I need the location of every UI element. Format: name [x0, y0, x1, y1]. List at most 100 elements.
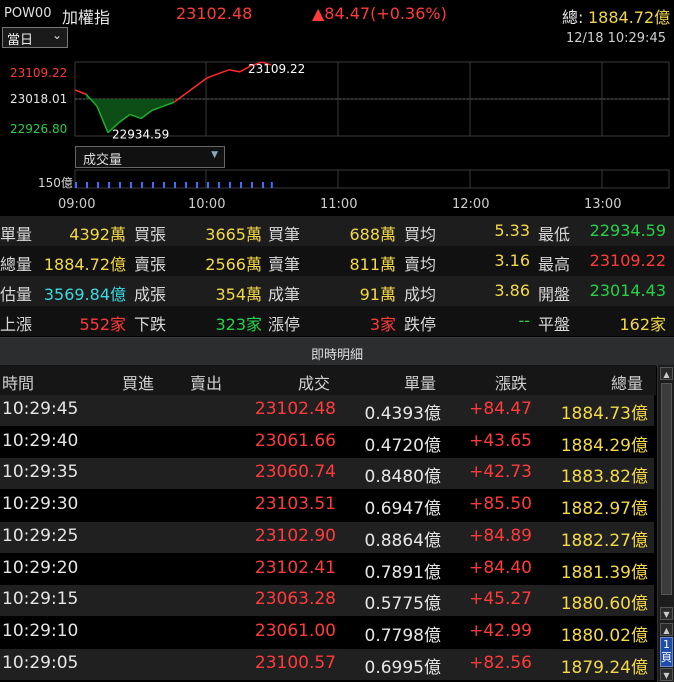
cell-change: +84.40 — [469, 557, 532, 578]
price-line — [74, 61, 272, 134]
cell-change: +84.47 — [469, 399, 532, 419]
cell-price: 23102.41 — [254, 557, 336, 578]
cell-total: 1882.97億 — [560, 499, 648, 520]
vertical-scrollbar[interactable]: ▲ ▼ ▲ 1頁 ▼ — [657, 365, 674, 682]
stats-row: 單量 4392萬 買張 3665萬 買筆 688萬 買均 5.33 最低 22934.59 — [0, 216, 674, 246]
table-row[interactable]: 10:29:45 23102.48 0.4393億 +84.47 1884.73億 — [0, 395, 654, 426]
cell-change: +84.89 — [469, 525, 532, 546]
cell-volume: 0.7891億 — [364, 562, 441, 583]
volume-bar — [119, 182, 121, 188]
cell-volume: 0.8480億 — [364, 467, 441, 488]
volume-bar — [207, 182, 209, 188]
price-line-segment — [228, 69, 241, 73]
table-row[interactable]: 10:29:35 23060.74 0.8480億 +42.73 1883.82億 — [0, 458, 654, 490]
indicator-select[interactable]: 成交量 ▼ — [75, 146, 225, 168]
stat-label: 跌停 — [404, 315, 437, 334]
stat-value: 22934.59 — [589, 221, 666, 240]
period-select[interactable]: 當日 ⌄ — [2, 27, 68, 48]
cell-price: 23102.48 — [254, 399, 336, 419]
stat-value: 323家 — [215, 315, 262, 334]
page-up-icon[interactable]: ▲ — [660, 623, 673, 636]
scroll-thumb[interactable] — [661, 383, 672, 595]
stat-label: 開盤 — [538, 285, 571, 304]
stat-value: 354萬 — [215, 285, 262, 304]
cell-change: +43.65 — [469, 430, 532, 451]
intraday-chart[interactable]: 23109.22 22934.59 23109.22 23018.01 2292… — [0, 58, 674, 218]
col-ask[interactable]: 賣出 — [190, 370, 222, 394]
cell-total: 1884.73億 — [560, 404, 648, 424]
volume-bar — [163, 182, 165, 188]
volume-bar — [75, 182, 77, 188]
cell-total: 1883.82億 — [560, 467, 648, 488]
chart-high-label: 23109.22 — [248, 62, 305, 76]
page-down-icon[interactable]: ▼ — [660, 668, 673, 681]
stat-label: 買張 — [134, 225, 167, 244]
stats-row: 上漲 552家 下跌 323家 漲停 3家 跌停 -- 平盤 162家 — [0, 306, 674, 336]
cell-price: 23063.28 — [254, 589, 336, 610]
cell-change: +42.73 — [469, 462, 532, 483]
scroll-down-icon[interactable]: ▼ — [660, 607, 673, 620]
volume-bars — [75, 182, 273, 188]
x-axis-tick-label: 13:00 — [584, 197, 622, 212]
last-price: 23102.48 — [176, 4, 253, 23]
stat-value: 4392萬 — [69, 225, 126, 244]
col-total[interactable]: 總量 — [611, 370, 643, 394]
stat-value: 23109.22 — [589, 251, 666, 270]
stat-value: 3家 — [369, 315, 396, 334]
volume-bar — [130, 182, 132, 188]
cell-price: 23103.51 — [254, 494, 336, 515]
stat-label: 最高 — [538, 255, 571, 274]
price-line-segment — [206, 73, 219, 79]
volume-bar — [152, 182, 154, 188]
col-time[interactable]: 時間 — [2, 370, 34, 394]
x-axis-tick-label: 09:00 — [58, 197, 96, 212]
cell-time: 10:29:30 — [2, 494, 79, 515]
cell-change: +42.99 — [469, 620, 532, 641]
cell-total: 1881.39億 — [560, 562, 648, 583]
stat-label: 成筆 — [268, 285, 301, 304]
total-volume-value: 1884.72億 — [588, 8, 671, 27]
scroll-up-icon[interactable]: ▲ — [660, 367, 673, 380]
cell-price: 23060.74 — [254, 462, 336, 483]
volume-axis-label: 150億 — [38, 176, 73, 190]
volume-bar — [86, 182, 88, 188]
total-volume-label: 總: — [562, 8, 584, 27]
price-line-segment — [217, 69, 230, 75]
stat-value: 5.33 — [494, 221, 530, 240]
stat-label: 上漲 — [0, 315, 33, 334]
cell-time: 10:29:05 — [2, 652, 79, 673]
table-row[interactable]: 10:29:15 23063.28 0.5775億 +45.27 1880.60億 — [0, 585, 654, 617]
cell-total: 1880.02億 — [560, 625, 648, 646]
cell-volume: 0.5775億 — [364, 594, 441, 615]
volume-bar — [240, 182, 242, 188]
x-axis-tick-label: 12:00 — [452, 197, 490, 212]
stat-label: 下跌 — [134, 315, 167, 334]
stat-value: 162家 — [619, 315, 666, 334]
cell-volume: 0.4393億 — [364, 404, 441, 424]
table-row[interactable]: 10:29:20 23102.41 0.7891億 +84.40 1881.39億 — [0, 554, 654, 585]
cell-time: 10:29:20 — [2, 557, 79, 578]
volume-bar — [218, 182, 220, 188]
col-volume[interactable]: 單量 — [404, 370, 436, 394]
price-line-segment — [195, 77, 208, 87]
volume-bar — [174, 182, 176, 188]
table-row[interactable]: 10:29:10 23061.00 0.7798億 +42.99 1880.02億 — [0, 617, 654, 648]
price-line-segment — [173, 93, 186, 103]
cell-total: 1880.60億 — [560, 594, 648, 615]
col-price[interactable]: 成交 — [298, 370, 330, 394]
table-row[interactable]: 10:29:40 23061.66 0.4720億 +43.65 1884.29億 — [0, 427, 654, 458]
table-row[interactable]: 10:29:05 23100.57 0.6995億 +82.56 1879.24億 — [0, 648, 654, 680]
stat-value: 552家 — [79, 315, 126, 334]
col-change[interactable]: 漲跌 — [495, 370, 527, 394]
cell-total: 1884.29億 — [560, 435, 648, 456]
stat-value: 91萬 — [359, 285, 396, 304]
table-row[interactable]: 10:29:30 23103.51 0.6947億 +85.50 1882.97億 — [0, 490, 654, 521]
col-bid[interactable]: 買進 — [122, 370, 154, 394]
table-row[interactable]: 10:29:25 23102.90 0.8864億 +84.89 1882.27億 — [0, 521, 654, 553]
y-axis-low: 22926.80 — [10, 122, 68, 136]
intraday-chart-svg: 23109.22 22934.59 — [74, 61, 670, 189]
page-indicator[interactable]: 1頁 — [660, 637, 673, 667]
volume-bar — [251, 182, 253, 188]
stat-value: 3569.84億 — [43, 285, 126, 304]
volume-bar — [108, 182, 110, 188]
